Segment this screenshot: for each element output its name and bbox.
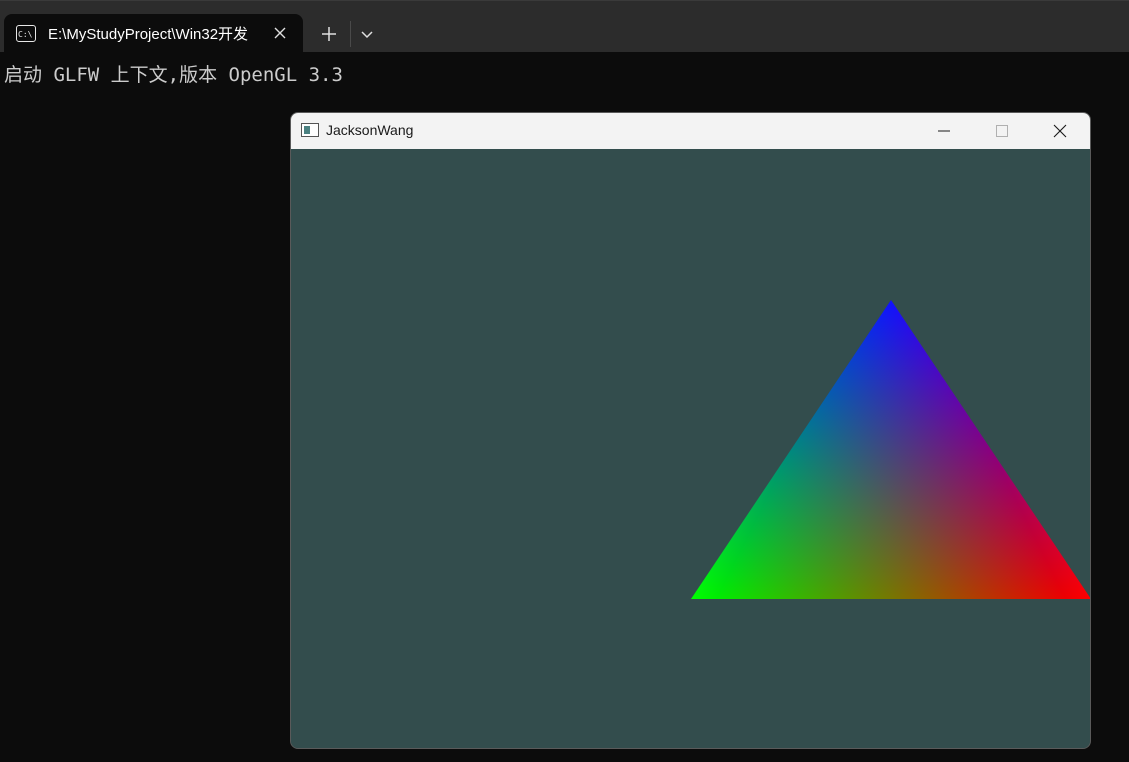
app-window-icon bbox=[301, 123, 319, 137]
svg-text:C:\: C:\ bbox=[18, 30, 33, 39]
glfw-title-bar[interactable]: JacksonWang bbox=[291, 113, 1090, 149]
terminal-tab[interactable]: C:\ E:\MyStudyProject\Win32开发 bbox=[4, 14, 303, 53]
tab-title: E:\MyStudyProject\Win32开发 bbox=[48, 26, 249, 43]
terminal-icon: C:\ bbox=[16, 25, 36, 42]
close-tab-icon[interactable] bbox=[271, 24, 289, 42]
minimize-icon bbox=[938, 130, 950, 132]
close-icon bbox=[1053, 124, 1067, 138]
glfw-window[interactable]: JacksonWang bbox=[290, 112, 1091, 749]
terminal-tab-strip: C:\ E:\MyStudyProject\Win32开发 bbox=[0, 0, 1129, 53]
tab-separator bbox=[350, 21, 351, 47]
new-tab-icon[interactable] bbox=[318, 23, 340, 45]
chevron-down-icon[interactable] bbox=[358, 25, 376, 43]
maximize-button[interactable] bbox=[973, 113, 1031, 149]
opengl-render-canvas bbox=[291, 149, 1090, 748]
window-title: JacksonWang bbox=[326, 122, 414, 138]
close-window-button[interactable] bbox=[1031, 113, 1089, 149]
desktop: C:\ E:\MyStudyProject\Win32开发 启动 GLFW 上下… bbox=[0, 0, 1129, 762]
rgb-triangle bbox=[691, 300, 1090, 599]
maximize-icon bbox=[996, 125, 1008, 137]
terminal-output-line: 启动 GLFW 上下文,版本 OpenGL 3.3 bbox=[4, 64, 343, 86]
minimize-button[interactable] bbox=[915, 113, 973, 149]
